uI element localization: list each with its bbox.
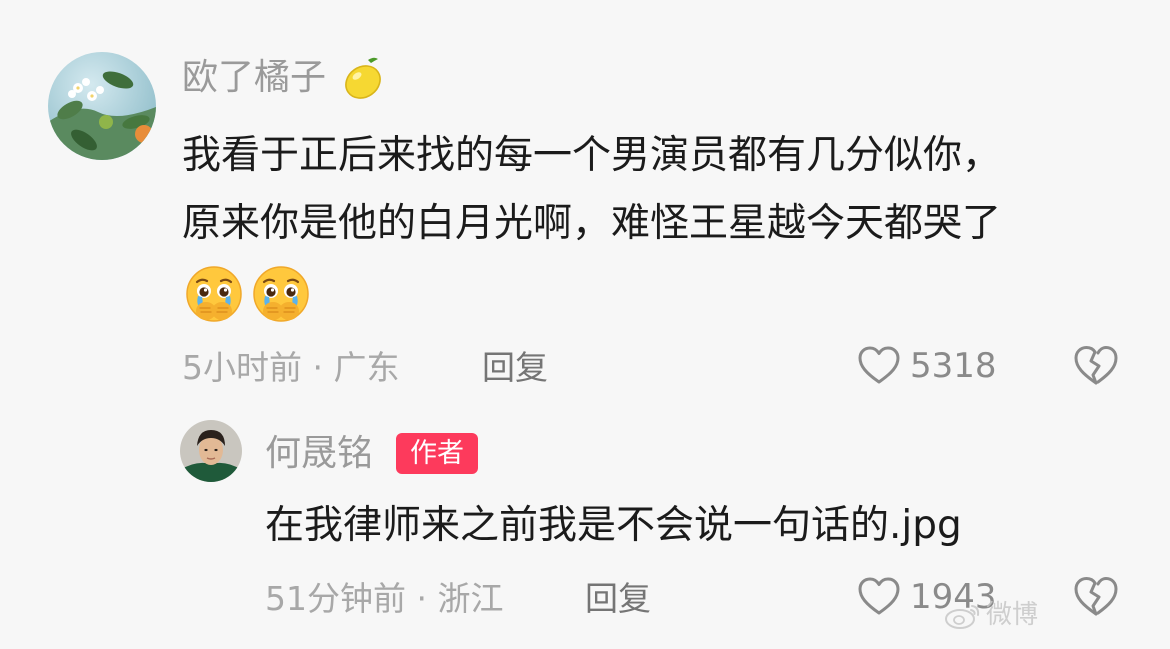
- heart-outline-icon: [858, 577, 900, 615]
- broken-heart-icon[interactable]: [1072, 342, 1120, 390]
- like-button[interactable]: 5318: [856, 341, 997, 391]
- reply-button[interactable]: 回复: [482, 348, 548, 388]
- comment-location: 广东: [333, 348, 400, 387]
- meta-separator: ·: [406, 579, 438, 618]
- author-badge: 作者: [396, 433, 478, 474]
- comment-time: 51分钟前: [265, 579, 406, 618]
- emoji-row: [184, 264, 311, 324]
- comment-text-line: 原来你是他的白月光啊，难怪王星越今天都哭了: [182, 201, 1002, 246]
- broken-heart-icon[interactable]: [1072, 573, 1120, 621]
- reply-button[interactable]: 回复: [585, 579, 651, 619]
- username[interactable]: 何晟铭: [265, 432, 373, 476]
- avatar-image: [180, 420, 242, 482]
- weibo-watermark: 微博: [944, 600, 1038, 630]
- avatar[interactable]: [48, 52, 156, 160]
- watermark-text: 微博: [986, 600, 1039, 630]
- like-count: 5318: [910, 346, 997, 386]
- comment-text: 在我律师来之前我是不会说一句话的.jpg: [265, 503, 962, 548]
- comment-text-line: 我看于正后来找的每一个男演员都有几分似你，: [182, 133, 1002, 178]
- avatar-image: [48, 52, 156, 160]
- comment-meta: 5小时前 · 广东: [182, 348, 399, 388]
- comment-meta: 51分钟前 · 浙江: [265, 579, 503, 619]
- heart-outline-icon: [858, 346, 900, 384]
- comment-time: 5小时前: [182, 348, 302, 387]
- lemon-icon: [345, 57, 381, 99]
- meta-separator: ·: [302, 348, 334, 387]
- comment-thread: 欧了橘子 我看于正后来找的每一个男演员都有几分似你， 原来你是他的白月光啊，难怪…: [0, 0, 1170, 649]
- crying-face-emoji-icon: [186, 266, 242, 322]
- crying-face-emoji-icon: [253, 266, 309, 322]
- comment-location: 浙江: [437, 579, 504, 618]
- weibo-logo-icon: [945, 605, 980, 629]
- avatar[interactable]: [180, 420, 242, 482]
- username[interactable]: 欧了橘子: [182, 56, 326, 100]
